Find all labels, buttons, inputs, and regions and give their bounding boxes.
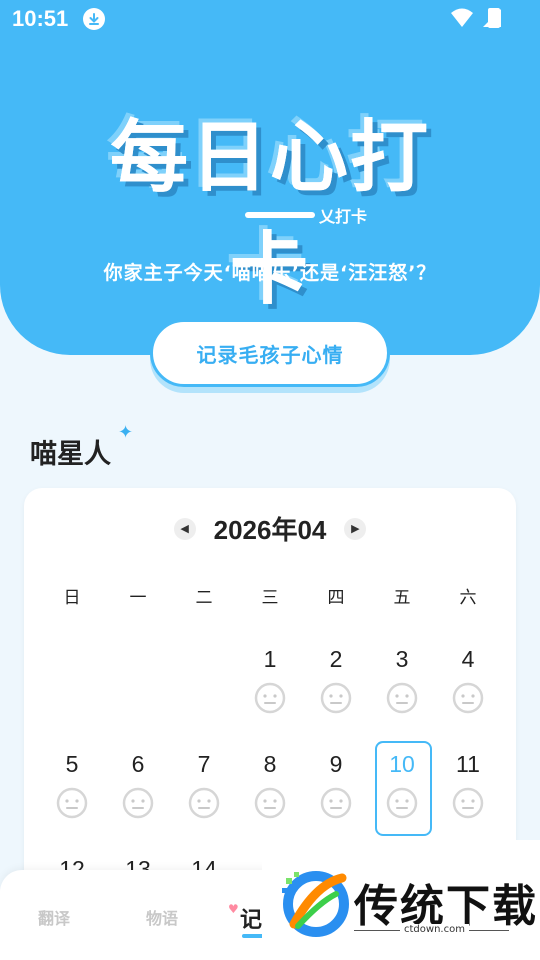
weekday-label: 一: [129, 588, 147, 608]
neutral-face-icon: [56, 787, 88, 819]
weekday-label: 四: [327, 588, 345, 608]
neutral-face-icon: [320, 787, 352, 819]
tab-dot-icon: ♥: [228, 902, 239, 916]
month-nav: ◀ 2026年04 ▶: [24, 510, 516, 547]
day-number: 5: [65, 751, 79, 777]
day-number: 8: [263, 751, 277, 777]
calendar-day[interactable]: 1: [237, 638, 303, 743]
calendar-day[interactable]: 3: [369, 638, 435, 743]
calendar-day[interactable]: 5: [39, 743, 105, 848]
weekday-header: 日一二三四五六: [39, 583, 501, 608]
neutral-face-icon: [254, 682, 286, 714]
tagline: 你家主子今天‘喵喵乐’还是‘汪汪怒’？: [103, 262, 437, 284]
watermark: 传统下载 ctdown.com: [262, 840, 540, 960]
calendar-empty-cell: [105, 638, 171, 743]
neutral-face-icon: [452, 682, 484, 714]
record-mood-button[interactable]: 记录毛孩子心情: [150, 319, 390, 387]
calendar-day[interactable]: 4: [435, 638, 501, 743]
neutral-face-icon: [386, 682, 418, 714]
neutral-face-icon: [254, 787, 286, 819]
month-label: 2026年04: [213, 515, 327, 545]
status-time: 10:51: [12, 6, 69, 31]
calendar-day[interactable]: 7: [171, 743, 237, 848]
weekday-label: 二: [195, 588, 213, 608]
calendar-day[interactable]: 11: [435, 743, 501, 848]
tab-active-indicator: [242, 934, 264, 938]
day-number: 3: [395, 646, 409, 672]
day-number: 4: [461, 646, 475, 672]
neutral-face-icon: [452, 787, 484, 819]
next-month-button[interactable]: ▶: [344, 517, 367, 540]
calendar-empty-cell: [39, 638, 105, 743]
logo-underline: [245, 212, 315, 218]
watermark-url: ctdown.com: [400, 924, 469, 935]
prev-month-button[interactable]: ◀: [173, 517, 196, 540]
weekday-label: 六: [459, 588, 477, 608]
calendar-day[interactable]: 10: [369, 741, 435, 848]
calendar-day[interactable]: 9: [303, 743, 369, 848]
weekday-label: 日: [63, 588, 81, 608]
watermark-logo-icon: [282, 871, 349, 937]
status-bar: 10:51: [0, 0, 540, 38]
calendar-day[interactable]: 2: [303, 638, 369, 743]
pet-title: 喵星人: [30, 439, 111, 470]
logo-sub-text: 乂打卡: [319, 207, 368, 226]
sparkle-icon: ✦: [118, 422, 134, 443]
battery-icon: [488, 8, 500, 28]
logo-subtitle: 乂打卡: [245, 203, 367, 227]
calendar-day[interactable]: 6: [105, 743, 171, 848]
day-number: 6: [131, 751, 145, 777]
day-number: 2: [329, 646, 343, 672]
tab-record[interactable]: 记: [240, 902, 262, 934]
neutral-face-icon: [122, 787, 154, 819]
day-number: 7: [197, 751, 211, 777]
tab-story[interactable]: 物语: [146, 905, 178, 929]
download-icon: [83, 8, 105, 30]
neutral-face-icon: [188, 787, 220, 819]
tab-translate[interactable]: 翻译: [38, 905, 70, 929]
calendar-day[interactable]: 8: [237, 743, 303, 848]
calendar-empty-cell: [171, 638, 237, 743]
day-number: 1: [263, 646, 277, 672]
weekday-label: 三: [261, 588, 279, 608]
today-highlight: [375, 741, 432, 836]
weekday-label: 五: [393, 588, 411, 608]
neutral-face-icon: [320, 682, 352, 714]
day-number: 11: [456, 751, 480, 777]
day-number: 9: [329, 751, 343, 777]
wifi-icon: [451, 8, 473, 27]
app-logo: 每日心打卡 乂打卡: [80, 95, 460, 315]
